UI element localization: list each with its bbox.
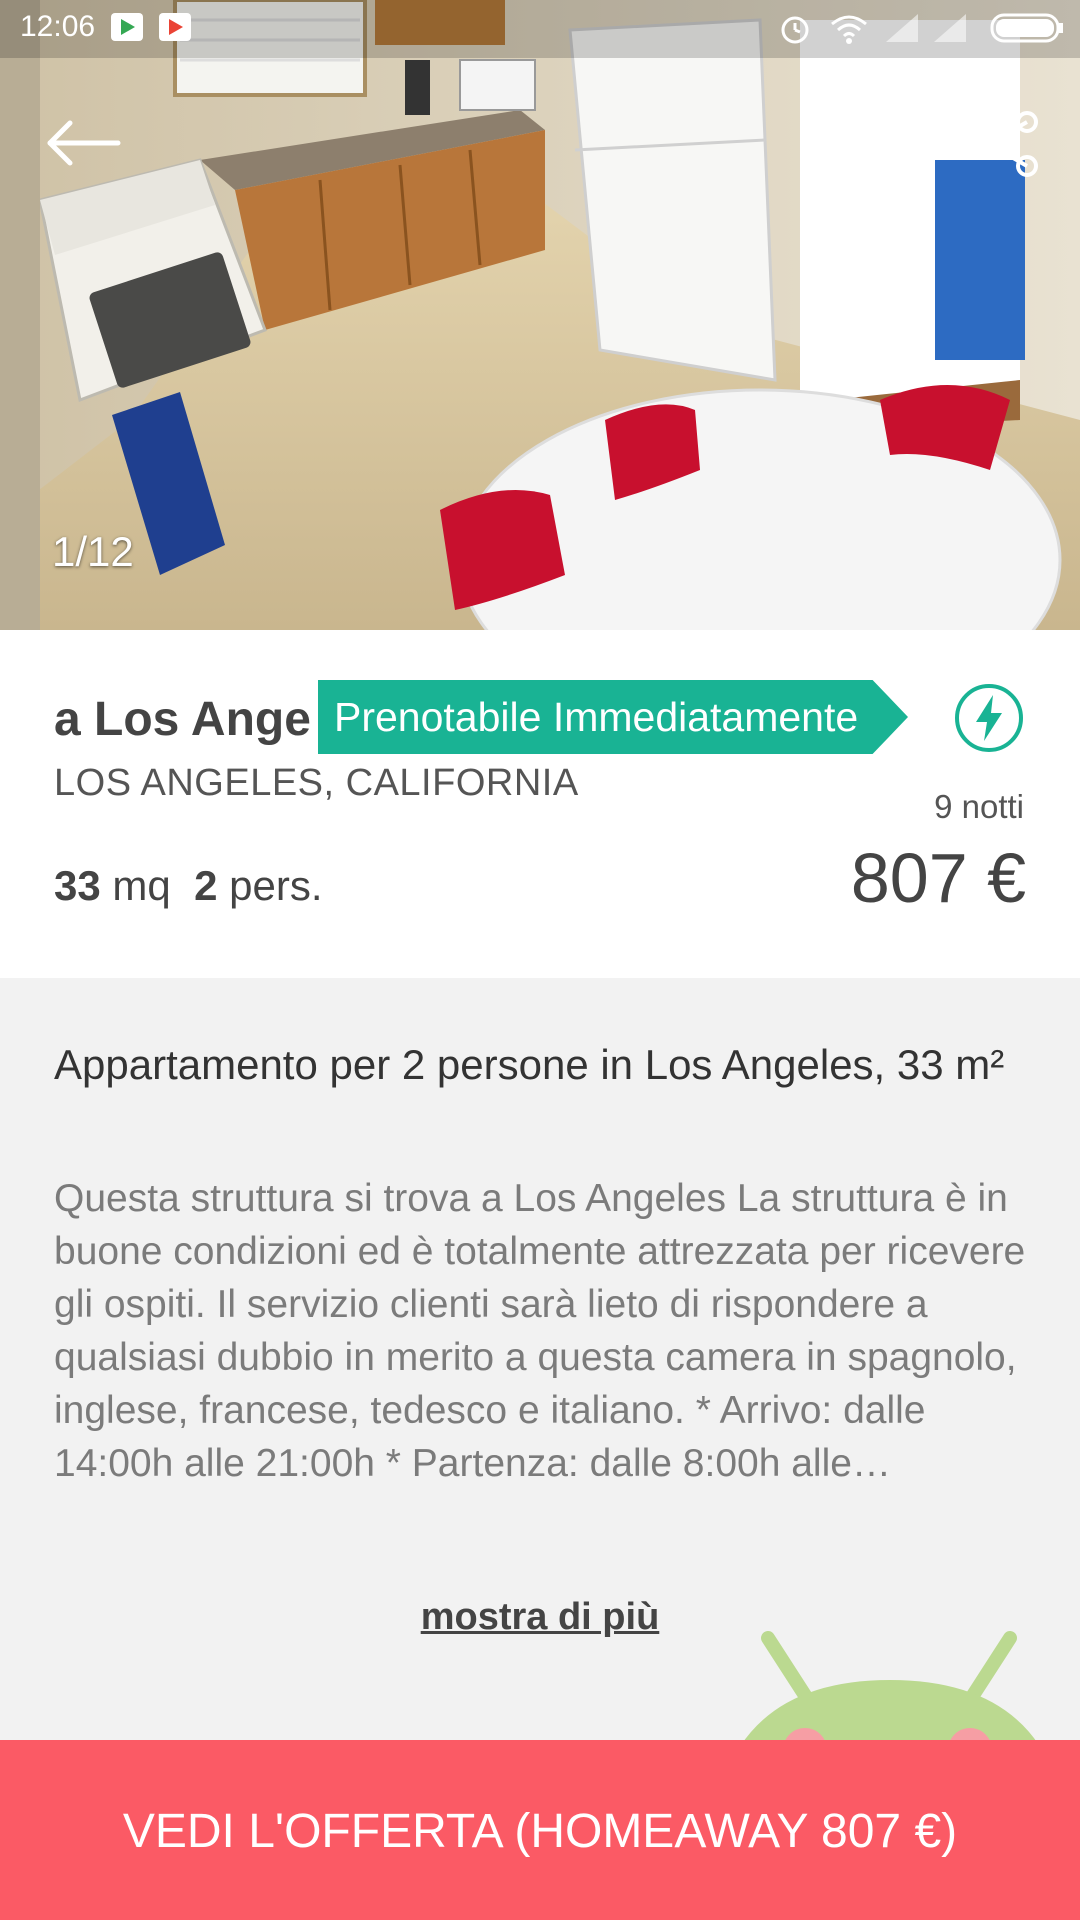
description-title: Appartamento per 2 persone in Los Angele… bbox=[54, 1041, 1005, 1088]
listing-location: LOS ANGELES, CALIFORNIA bbox=[54, 762, 579, 804]
wifi-icon bbox=[831, 15, 867, 44]
back-arrow-icon[interactable] bbox=[44, 118, 124, 168]
instant-book-label: Prenotabile Immediatamente bbox=[334, 694, 859, 740]
lightning-bolt-icon bbox=[955, 684, 1023, 752]
battery-icon bbox=[990, 13, 1063, 43]
status-bar: 12:06 bbox=[0, 0, 1080, 58]
guests-unit: pers. bbox=[229, 862, 323, 909]
play-store-notification-icon bbox=[159, 13, 191, 41]
listing-specs: 33 mq 2 pers. bbox=[54, 862, 323, 910]
instant-book-badge: Prenotabile Immediatamente bbox=[318, 680, 908, 754]
apartment-kitchen-photo bbox=[0, 0, 1080, 630]
photo-gallery[interactable]: 12:06 1/12 bbox=[0, 0, 1080, 630]
listing-title: a Los Ange bbox=[54, 693, 311, 746]
description-body: Questa struttura si trova a Los Angeles … bbox=[54, 1177, 1026, 1485]
alarm-icon bbox=[781, 16, 809, 44]
area-value: 33 bbox=[54, 862, 101, 909]
area-unit: mq bbox=[112, 862, 171, 909]
show-more-link[interactable]: mostra di più bbox=[0, 1596, 1080, 1639]
listing-summary: a Los Ange Prenotabile Immediatamente LO… bbox=[0, 630, 1080, 978]
signal-icon bbox=[934, 14, 966, 42]
status-time: 12:06 bbox=[20, 10, 96, 43]
heart-outline-icon[interactable] bbox=[828, 110, 900, 178]
view-offer-button[interactable]: VEDI L'OFFERTA (HOMEAWAY 807 €) bbox=[0, 1740, 1080, 1920]
photo-counter: 1/12 bbox=[52, 528, 134, 575]
nights-count: 9 notti bbox=[934, 788, 1024, 825]
share-icon[interactable] bbox=[972, 108, 1044, 180]
guests-value: 2 bbox=[194, 862, 218, 909]
listing-price: 807 € bbox=[850, 839, 1026, 917]
view-offer-label: VEDI L'OFFERTA (HOMEAWAY 807 €) bbox=[122, 1805, 958, 1858]
signal-icon bbox=[886, 14, 918, 42]
play-store-notification-icon bbox=[111, 13, 143, 41]
